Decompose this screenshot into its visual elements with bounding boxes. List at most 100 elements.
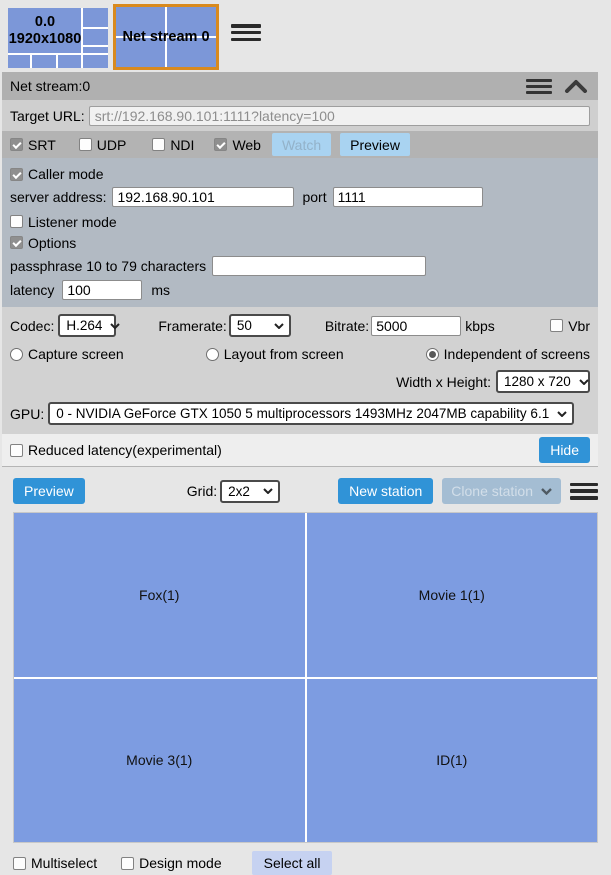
port-input[interactable] bbox=[332, 187, 483, 207]
target-url-row: Target URL: bbox=[2, 100, 598, 131]
ndi-checkbox-label: NDI bbox=[170, 136, 195, 153]
clone-station-button[interactable]: Clone station bbox=[442, 478, 561, 504]
options-checkbox-box[interactable] bbox=[10, 236, 23, 249]
panel-title: Net stream:0 bbox=[10, 78, 91, 94]
resolution-label: Width x Height: bbox=[396, 373, 491, 390]
top-menu-hamburger-icon[interactable] bbox=[231, 24, 261, 41]
bitrate-label: Bitrate: bbox=[324, 317, 370, 334]
framerate-select[interactable]: 50 bbox=[228, 314, 291, 337]
options-label: Options bbox=[28, 234, 77, 251]
screen-thumbnail[interactable]: 0.0 1920x1080 bbox=[8, 8, 108, 68]
thumbnail-grid-line bbox=[30, 53, 32, 68]
listener-mode-label: Listener mode bbox=[28, 213, 117, 230]
bottom-row: Multiselect Design mode Select all bbox=[13, 851, 611, 875]
layout-from-screen-radio[interactable]: Layout from screen bbox=[205, 346, 344, 362]
ndi-checkbox-box[interactable] bbox=[152, 138, 166, 151]
listener-mode-checkbox[interactable]: Listener mode bbox=[10, 214, 117, 230]
codec-select[interactable]: H.264 bbox=[58, 314, 121, 337]
layout-from-screen-radio-circle[interactable] bbox=[205, 347, 219, 361]
multiselect-checkbox-box[interactable] bbox=[13, 856, 26, 870]
select-all-button[interactable]: Select all bbox=[251, 851, 333, 875]
listener-mode-checkbox-box[interactable] bbox=[10, 215, 23, 228]
vbr-checkbox-box[interactable] bbox=[550, 319, 564, 332]
ndi-checkbox[interactable]: NDI bbox=[152, 137, 194, 153]
capture-screen-radio-circle[interactable] bbox=[10, 347, 23, 361]
clone-station-button-label: Clone station bbox=[451, 483, 533, 499]
preview-stream-button[interactable]: Preview bbox=[340, 133, 410, 156]
station-cell-label: Fox(1) bbox=[139, 586, 180, 603]
chevron-down-icon bbox=[110, 322, 121, 329]
multiselect-checkbox[interactable]: Multiselect bbox=[13, 855, 97, 871]
server-address-label: server address: bbox=[10, 189, 107, 205]
design-mode-checkbox-box[interactable] bbox=[121, 856, 135, 870]
layout-from-screen-label: Layout from screen bbox=[223, 346, 344, 362]
station-cell-label: Movie 3(1) bbox=[126, 752, 193, 769]
hide-button[interactable]: Hide bbox=[539, 437, 590, 463]
collapse-chevron-up-icon[interactable] bbox=[564, 79, 588, 93]
station-cell[interactable]: ID(1) bbox=[306, 678, 597, 842]
latency-unit-label: ms bbox=[151, 282, 171, 298]
net-stream-tab-label: Net stream 0 bbox=[122, 29, 210, 45]
caller-mode-checkbox[interactable]: Caller mode bbox=[10, 166, 103, 182]
top-bar: 0.0 1920x1080 Net stream 0 bbox=[0, 0, 611, 72]
web-checkbox-box[interactable] bbox=[214, 138, 228, 151]
chevron-down-icon bbox=[579, 378, 589, 385]
panel-menu-hamburger-icon[interactable] bbox=[526, 78, 552, 94]
options-checkbox[interactable]: Options bbox=[10, 235, 76, 251]
framerate-label: Framerate: bbox=[158, 317, 227, 334]
port-label: port bbox=[302, 189, 327, 205]
design-mode-checkbox[interactable]: Design mode bbox=[121, 855, 222, 871]
screen-coords: 0.0 bbox=[34, 13, 56, 30]
bitrate-unit-label: kbps bbox=[465, 317, 495, 334]
new-station-button[interactable]: New station bbox=[338, 478, 434, 504]
independent-of-screens-radio[interactable]: Independent of screens bbox=[425, 346, 590, 362]
watch-button[interactable]: Watch bbox=[271, 133, 332, 156]
net-stream-panel: Net stream:0 Target URL: SRT UDP NDI Web… bbox=[2, 72, 598, 467]
grid-select[interactable]: 2x2 bbox=[220, 479, 281, 503]
caller-mode-checkbox-box[interactable] bbox=[10, 167, 23, 181]
srt-checkbox-box[interactable] bbox=[10, 138, 23, 151]
udp-checkbox-box[interactable] bbox=[78, 138, 92, 151]
chevron-down-icon bbox=[557, 410, 567, 417]
multiselect-label: Multiselect bbox=[31, 855, 98, 871]
screen-resolution: 1920x1080 bbox=[8, 31, 82, 47]
resolution-select[interactable]: 1280 x 720 bbox=[496, 370, 590, 393]
vbr-checkbox[interactable]: Vbr bbox=[550, 318, 590, 334]
web-checkbox-label: Web bbox=[232, 136, 261, 153]
station-cell[interactable]: Fox(1) bbox=[14, 513, 305, 677]
latency-label: latency bbox=[10, 282, 55, 298]
udp-checkbox[interactable]: UDP bbox=[78, 137, 126, 153]
screen-thumbnail-label: 0.0 1920x1080 bbox=[8, 8, 82, 54]
chevron-down-icon bbox=[541, 487, 552, 495]
gpu-label: GPU: bbox=[10, 405, 45, 422]
thumbnail-grid-line bbox=[56, 53, 58, 68]
framerate-select-value: 50 bbox=[236, 318, 252, 333]
station-cell-label: Movie 1(1) bbox=[418, 586, 485, 603]
gpu-select[interactable]: 0 - NVIDIA GeForce GTX 1050 5 multiproce… bbox=[48, 402, 575, 425]
srt-checkbox[interactable]: SRT bbox=[10, 137, 56, 153]
reduced-latency-label: Reduced latency(experimental) bbox=[28, 442, 222, 458]
passphrase-label: passphrase 10 to 79 characters bbox=[10, 258, 207, 274]
reduced-latency-checkbox-box[interactable] bbox=[10, 443, 23, 457]
gpu-select-value: 0 - NVIDIA GeForce GTX 1050 5 multiproce… bbox=[56, 406, 550, 421]
net-stream-tab[interactable]: Net stream 0 bbox=[113, 4, 219, 70]
web-checkbox[interactable]: Web bbox=[214, 137, 261, 153]
passphrase-input[interactable] bbox=[212, 256, 427, 276]
stations-preview-button[interactable]: Preview bbox=[13, 478, 85, 504]
reduced-latency-checkbox[interactable]: Reduced latency(experimental) bbox=[10, 442, 222, 458]
protocol-row: SRT UDP NDI Web Watch Preview bbox=[2, 131, 598, 158]
independent-of-screens-radio-circle[interactable] bbox=[425, 347, 439, 361]
target-url-input[interactable] bbox=[88, 105, 590, 126]
stations-menu-hamburger-icon[interactable] bbox=[570, 482, 598, 500]
thumbnail-grid-line bbox=[81, 45, 108, 47]
station-cell[interactable]: Movie 3(1) bbox=[14, 678, 305, 842]
panel-header: Net stream:0 bbox=[2, 72, 598, 100]
latency-input[interactable] bbox=[62, 280, 143, 300]
bitrate-input[interactable] bbox=[371, 315, 462, 336]
server-address-input[interactable] bbox=[112, 187, 295, 207]
encoding-section: Codec: H.264 Framerate: 50 Bitrate: kbps… bbox=[2, 307, 598, 434]
station-cell[interactable]: Movie 1(1) bbox=[306, 513, 597, 677]
chevron-down-icon bbox=[263, 488, 273, 494]
station-grid: Fox(1) Movie 1(1) Movie 3(1) ID(1) bbox=[13, 512, 598, 843]
capture-screen-radio[interactable]: Capture screen bbox=[10, 346, 124, 362]
